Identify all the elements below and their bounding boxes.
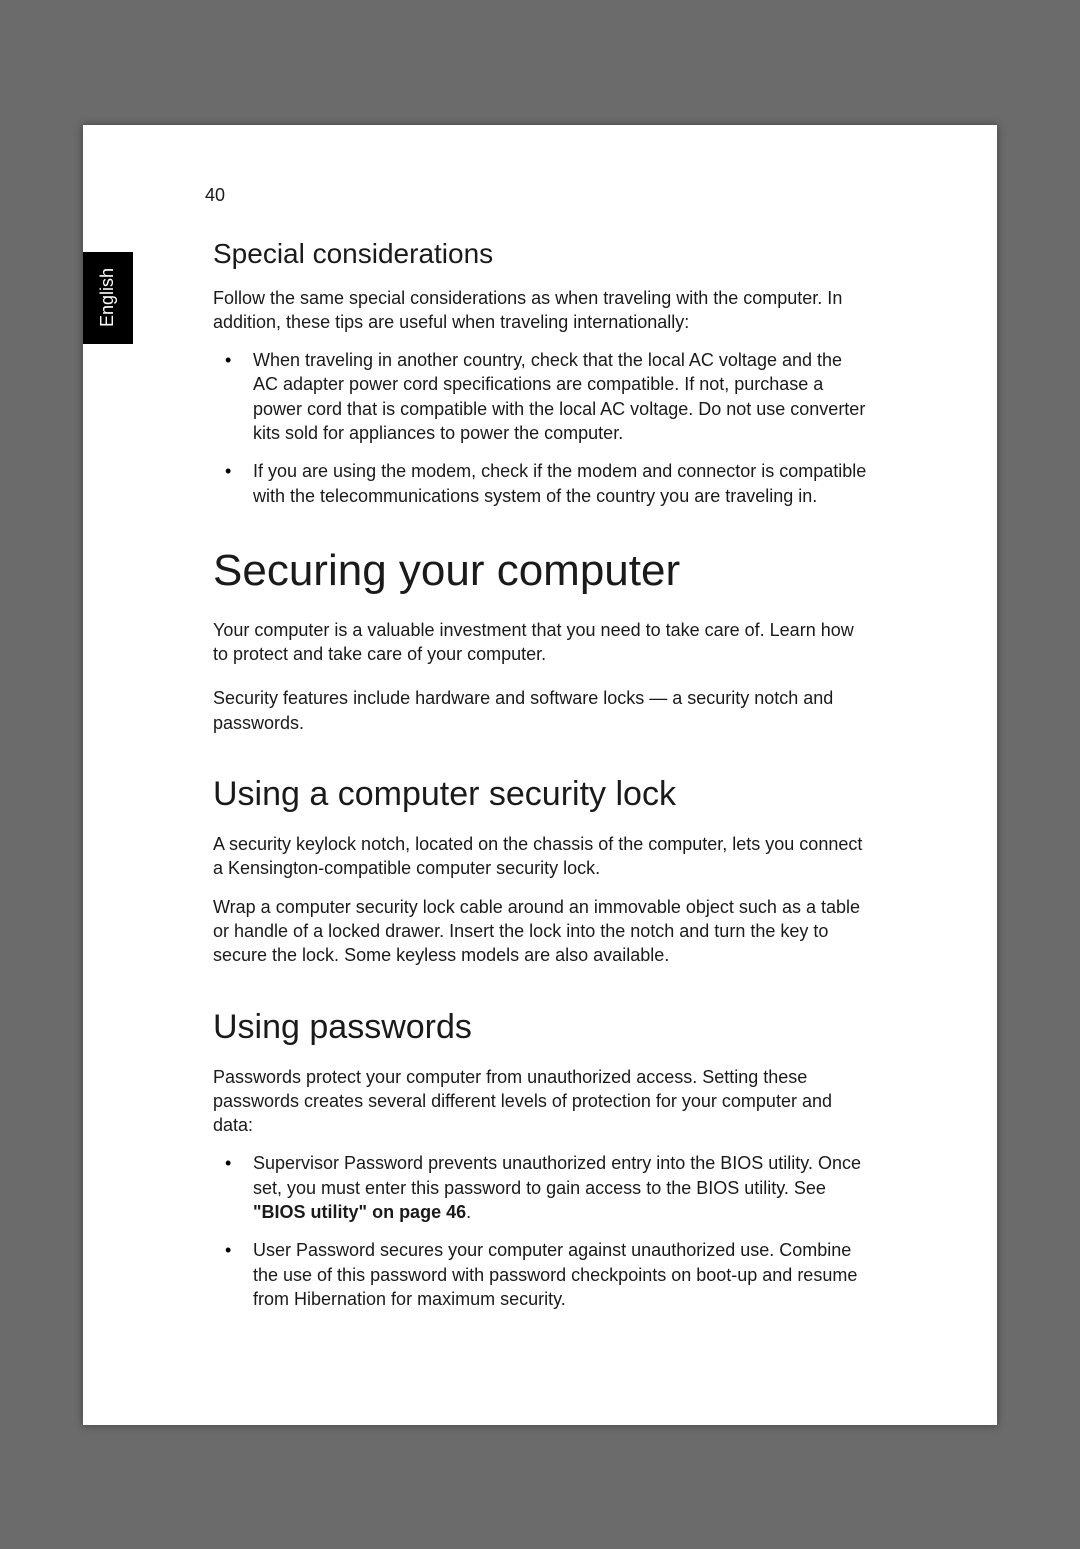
language-label: English	[98, 268, 119, 327]
heading-passwords: Using passwords	[213, 1008, 867, 1047]
list-item: User Password secures your computer agai…	[213, 1238, 867, 1311]
cross-reference-link[interactable]: "BIOS utility" on page 46	[253, 1202, 466, 1222]
bullet-text-post: .	[466, 1202, 471, 1222]
para-securing-2: Security features include hardware and s…	[213, 686, 867, 735]
heading-security-lock: Using a computer security lock	[213, 775, 867, 814]
list-item: Supervisor Password prevents unauthorize…	[213, 1151, 867, 1224]
document-page: English 40 Special considerations Follow…	[83, 125, 997, 1425]
para-passwords-intro: Passwords protect your computer from una…	[213, 1065, 867, 1138]
list-special: When traveling in another country, check…	[213, 348, 867, 508]
list-passwords: Supervisor Password prevents unauthorize…	[213, 1151, 867, 1311]
para-lock-2: Wrap a computer security lock cable arou…	[213, 895, 867, 968]
language-tab: English	[83, 252, 133, 344]
page-number: 40	[205, 185, 867, 206]
para-special-intro: Follow the same special considerations a…	[213, 286, 867, 335]
list-item: When traveling in another country, check…	[213, 348, 867, 445]
heading-securing: Securing your computer	[213, 546, 867, 596]
heading-special-considerations: Special considerations	[213, 238, 867, 270]
para-securing-1: Your computer is a valuable investment t…	[213, 618, 867, 667]
para-lock-1: A security keylock notch, located on the…	[213, 832, 867, 881]
bullet-text-pre: Supervisor Password prevents unauthorize…	[253, 1153, 861, 1197]
list-item: If you are using the modem, check if the…	[213, 459, 867, 508]
